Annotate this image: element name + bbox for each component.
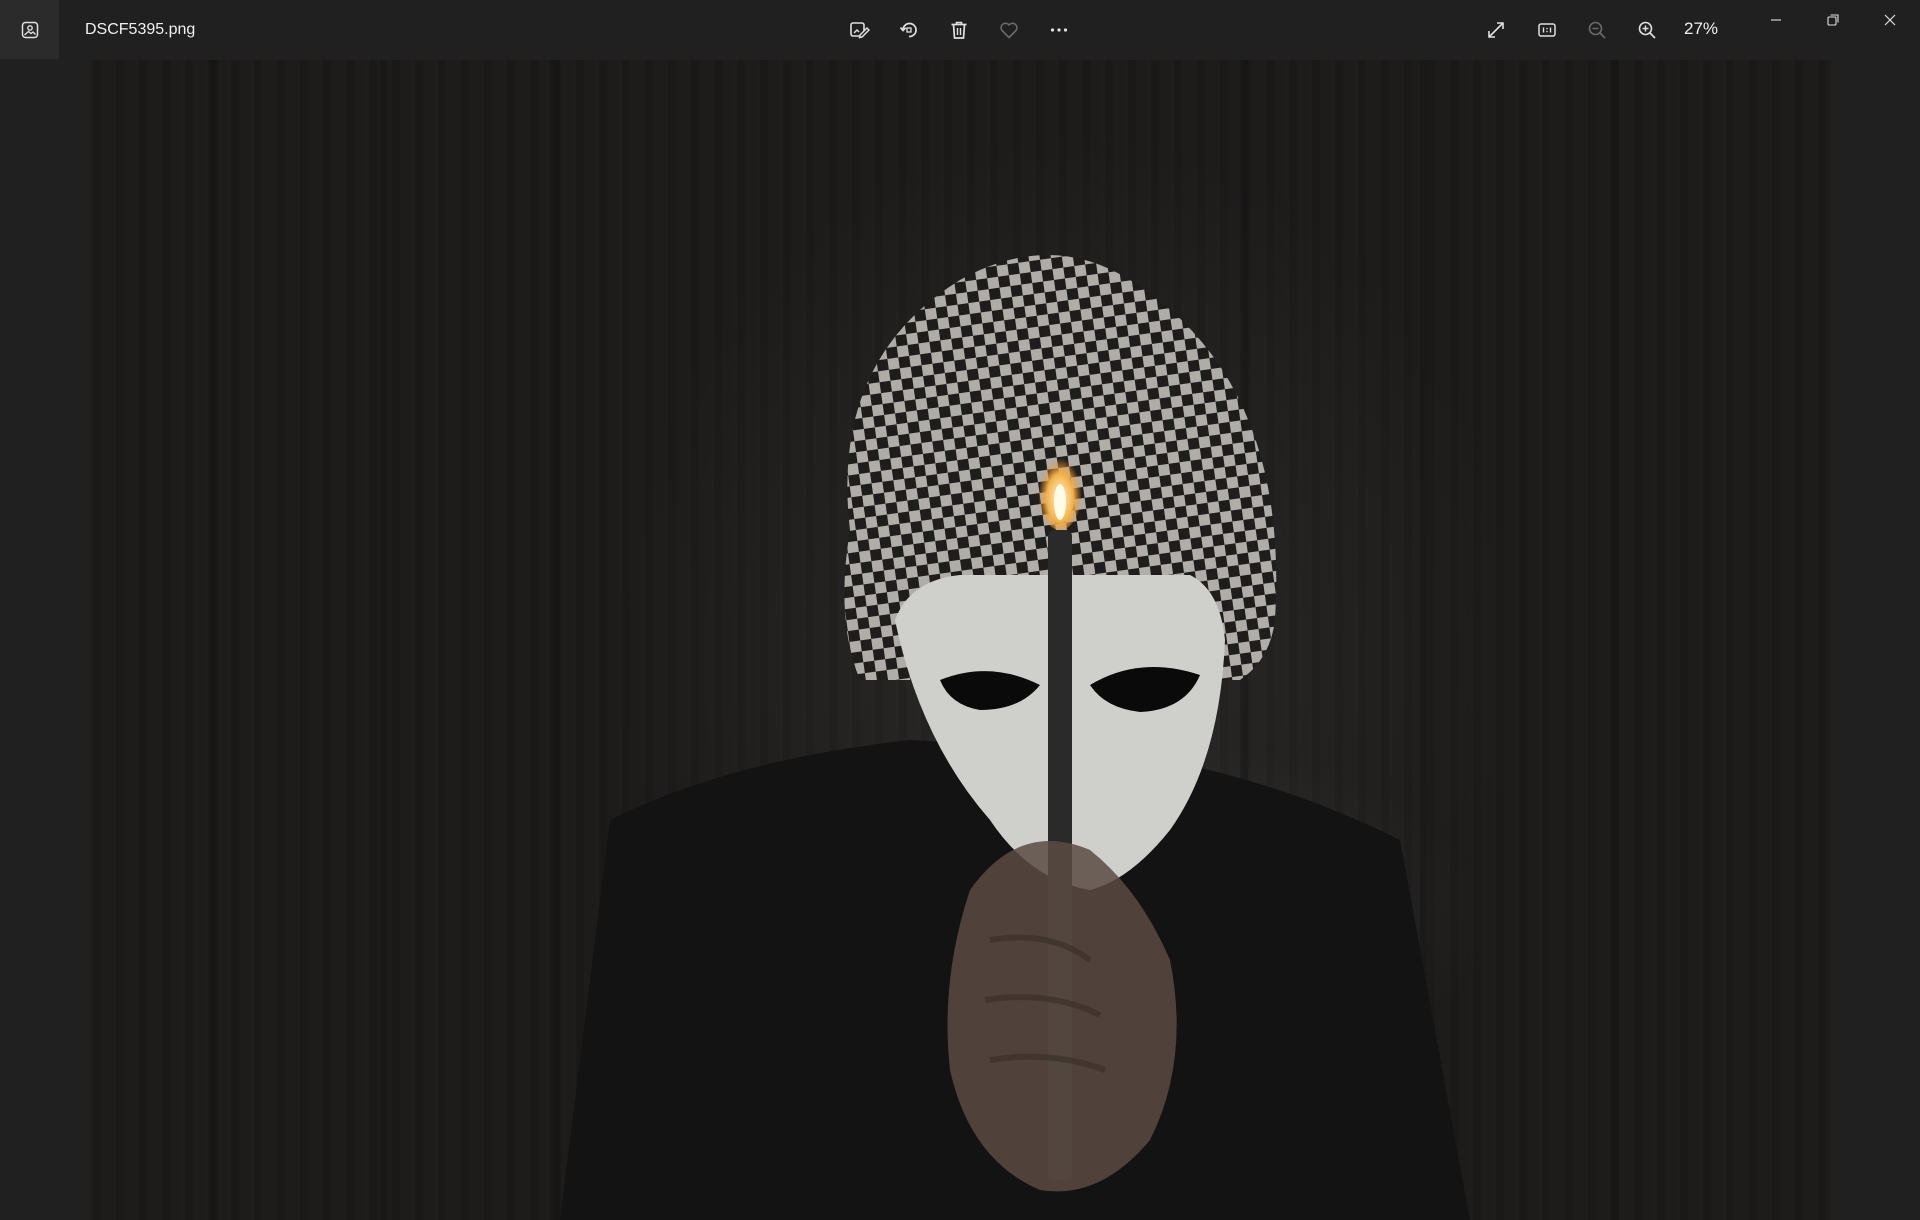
photo-image xyxy=(90,60,1831,1220)
delete-button[interactable] xyxy=(939,10,979,50)
rotate-button[interactable] xyxy=(889,10,929,50)
more-options-icon xyxy=(1050,28,1068,32)
close-icon xyxy=(1884,14,1896,26)
full-screen-icon xyxy=(1488,22,1504,38)
app-icon-button[interactable] xyxy=(0,0,59,59)
close-window-button[interactable] xyxy=(1862,0,1918,40)
edit-image-icon xyxy=(850,22,870,39)
minimize-button[interactable] xyxy=(1748,0,1804,40)
photos-app-icon xyxy=(21,21,38,38)
favorite-button[interactable] xyxy=(989,10,1029,50)
zoom-level-label[interactable]: 27% xyxy=(1684,0,1718,58)
zoom-in-icon xyxy=(1638,21,1656,39)
rotate-icon xyxy=(899,22,917,38)
more-options-button[interactable] xyxy=(1039,10,1079,50)
delete-icon xyxy=(951,21,967,39)
minimize-icon xyxy=(1771,19,1781,21)
photo-subject xyxy=(210,60,1619,1220)
image-viewer-canvas[interactable] xyxy=(0,60,1920,1220)
zoom-out-icon xyxy=(1588,21,1606,39)
full-screen-button[interactable] xyxy=(1476,10,1516,50)
file-name-title: DSCF5395.png xyxy=(85,21,196,38)
restore-button[interactable] xyxy=(1805,0,1861,40)
actual-size-icon xyxy=(1538,23,1556,37)
actual-size-button[interactable] xyxy=(1527,10,1567,50)
zoom-in-button[interactable] xyxy=(1627,10,1667,50)
title-bar: DSCF5395.png 27% xyxy=(0,0,1920,60)
favorite-icon xyxy=(1000,22,1018,39)
zoom-out-button[interactable] xyxy=(1577,10,1617,50)
restore-icon xyxy=(1827,14,1839,26)
edit-image-button[interactable] xyxy=(839,10,879,50)
